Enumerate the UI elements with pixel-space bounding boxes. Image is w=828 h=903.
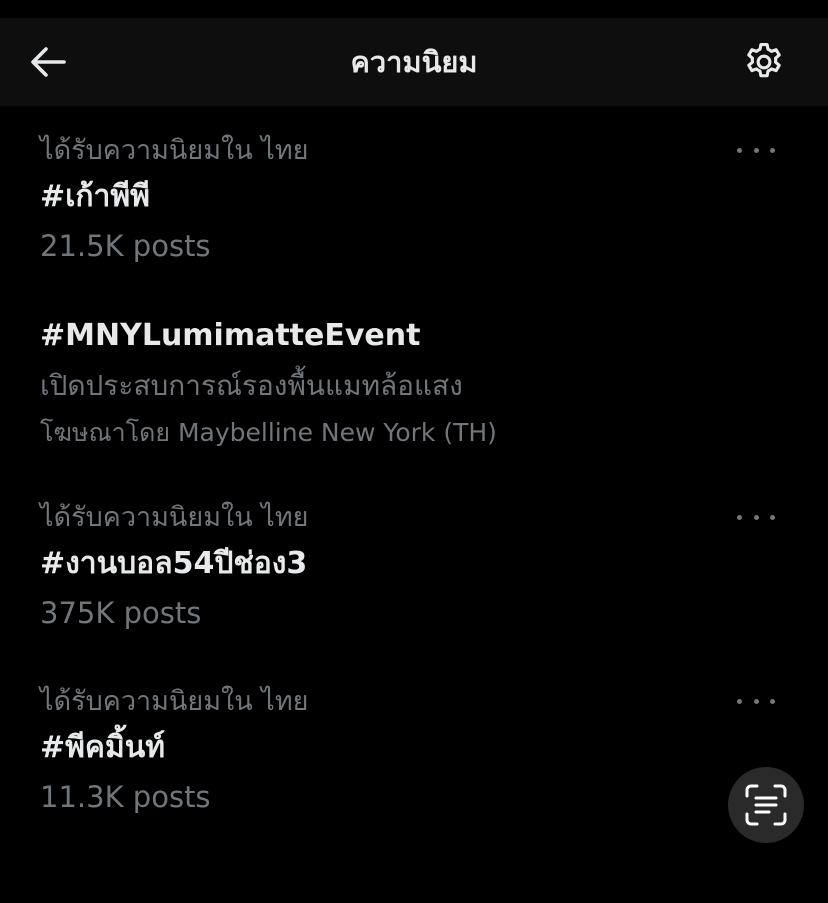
promoted-label: โฆษณาโดย Maybelline New York (TH) (40, 418, 497, 447)
trend-name: #เก้าพีพี (40, 179, 150, 214)
top-bar: ความนิยม (0, 18, 828, 106)
dot-icon (753, 698, 759, 704)
more-options-button[interactable] (734, 691, 778, 711)
trend-name: #งานบอล54ปีช่อง3 (40, 546, 308, 581)
trend-name: #พีคมิ้นท์ (40, 730, 166, 765)
dot-icon (770, 514, 775, 520)
more-options-button[interactable] (734, 507, 778, 527)
dot-icon (737, 147, 742, 153)
trend-context: ได้รับความนิยมใน ไทย (40, 686, 309, 717)
trend-post-count: 11.3K posts (40, 780, 211, 814)
dot-icon (770, 698, 775, 704)
dot-icon (770, 147, 775, 153)
more-options-button[interactable] (734, 140, 778, 160)
dot-icon (753, 147, 759, 153)
trend-item[interactable]: ได้รับความนิยมใน ไทย #เก้าพีพี 21.5K pos… (0, 133, 828, 268)
trend-context: ได้รับความนิยมใน ไทย (40, 135, 309, 166)
trend-item[interactable]: ได้รับความนิยมใน ไทย #งานบอล54ปีช่อง3 37… (0, 500, 828, 635)
text-scan-icon (745, 784, 787, 826)
gear-icon (747, 43, 781, 78)
trend-post-count: 375K posts (40, 596, 202, 630)
trend-context: ได้รับความนิยมใน ไทย (40, 502, 309, 533)
dot-icon (737, 514, 742, 520)
trending-page: ความนิยม ได้รับความนิยมใน ไทย #เก้าพีพี … (0, 0, 828, 903)
text-scan-button[interactable] (728, 767, 804, 843)
dot-icon (737, 698, 742, 704)
settings-button[interactable] (738, 40, 790, 84)
trend-description: เปิดประสบการณ์รองพื้นแมทล้อแสง (40, 369, 463, 402)
dot-icon (753, 514, 759, 520)
trend-name: #MNYLumimatteEvent (40, 318, 421, 353)
page-title: ความนิยม (350, 45, 478, 79)
promoted-trend-item[interactable]: #MNYLumimatteEvent เปิดประสบการณ์รองพื้น… (0, 316, 828, 456)
trend-item[interactable]: ได้รับความนิยมใน ไทย #พีคมิ้นท์ 11.3K po… (0, 684, 828, 819)
trend-post-count: 21.5K posts (40, 229, 211, 263)
